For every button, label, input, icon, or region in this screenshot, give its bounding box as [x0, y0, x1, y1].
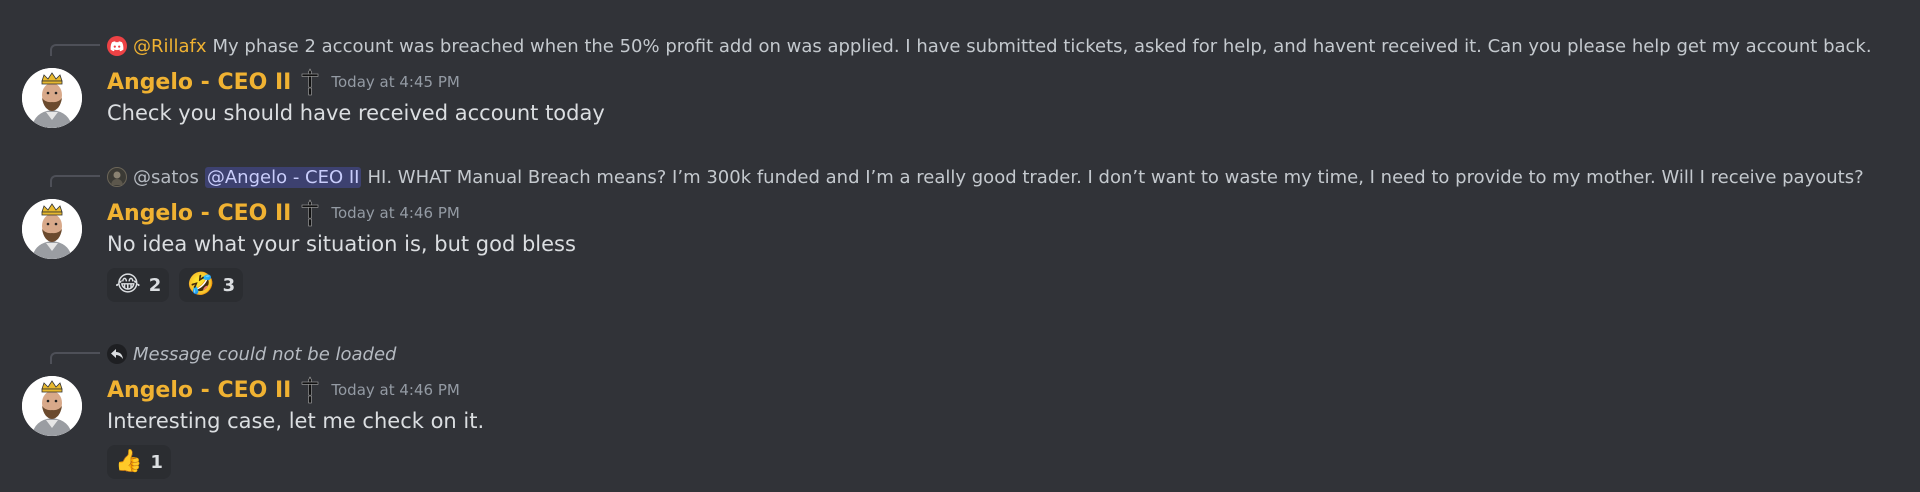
thumbs-up-emoji-icon: 👍: [115, 449, 143, 474]
timestamp[interactable]: Today at 4:46 PM: [331, 204, 459, 222]
avatar[interactable]: [22, 68, 82, 128]
discord-logo-icon: [107, 36, 127, 56]
reply-text: HI. WHAT Manual Breach means? I’m 300k f…: [367, 166, 1864, 188]
reaction-joy[interactable]: 😂 2: [107, 268, 170, 302]
rofl-emoji-icon: 🤣: [187, 272, 215, 297]
reaction-thumbs-up[interactable]: 👍 1: [107, 445, 171, 479]
reply-connector: [50, 175, 100, 187]
message-header: Angelo - CEO II Today at 4:46 PM: [107, 198, 460, 228]
message-header: Angelo - CEO II Today at 4:45 PM: [107, 67, 460, 97]
reaction-count: 3: [222, 274, 236, 296]
timestamp[interactable]: Today at 4:46 PM: [331, 381, 459, 399]
reply-text: My phase 2 account was breached when the…: [212, 35, 1872, 57]
dagger-icon[interactable]: [299, 375, 321, 405]
reply-author[interactable]: @satos: [133, 167, 199, 188]
reply-preview[interactable]: @Rillafx My phase 2 account was breached…: [107, 35, 1872, 57]
reply-text: Message could not be loaded: [133, 343, 397, 365]
avatar[interactable]: [22, 199, 82, 259]
reaction-bar: 👍 1: [107, 445, 171, 479]
reply-arrow-icon: [107, 344, 127, 364]
message-content: No idea what your situation is, but god …: [107, 232, 576, 256]
username[interactable]: Angelo - CEO II: [107, 378, 291, 403]
dagger-icon[interactable]: [299, 67, 321, 97]
avatar[interactable]: [22, 376, 82, 436]
chat-message-list: @Rillafx My phase 2 account was breached…: [0, 0, 1920, 492]
message-content: Interesting case, let me check on it.: [107, 409, 485, 433]
satos-avatar: [107, 167, 127, 187]
reply-connector: [50, 352, 100, 364]
reaction-count: 1: [150, 451, 163, 473]
reaction-bar: 😂 2 🤣 3: [107, 268, 244, 302]
message-header: Angelo - CEO II Today at 4:46 PM: [107, 375, 460, 405]
joy-emoji-icon: 😂: [115, 272, 141, 297]
message-content: Check you should have received account t…: [107, 101, 605, 125]
reply-connector: [50, 44, 100, 56]
user-mention[interactable]: @Angelo - CEO II: [204, 166, 362, 188]
reply-preview[interactable]: @satos @Angelo - CEO II HI. WHAT Manual …: [107, 166, 1864, 188]
dagger-icon[interactable]: [299, 198, 321, 228]
reaction-rofl[interactable]: 🤣 3: [179, 268, 244, 302]
timestamp[interactable]: Today at 4:45 PM: [331, 73, 459, 91]
reply-preview[interactable]: Message could not be loaded: [107, 343, 396, 365]
reaction-count: 2: [148, 274, 162, 296]
reply-author[interactable]: @Rillafx: [133, 36, 207, 57]
username[interactable]: Angelo - CEO II: [107, 70, 291, 95]
username[interactable]: Angelo - CEO II: [107, 201, 291, 226]
